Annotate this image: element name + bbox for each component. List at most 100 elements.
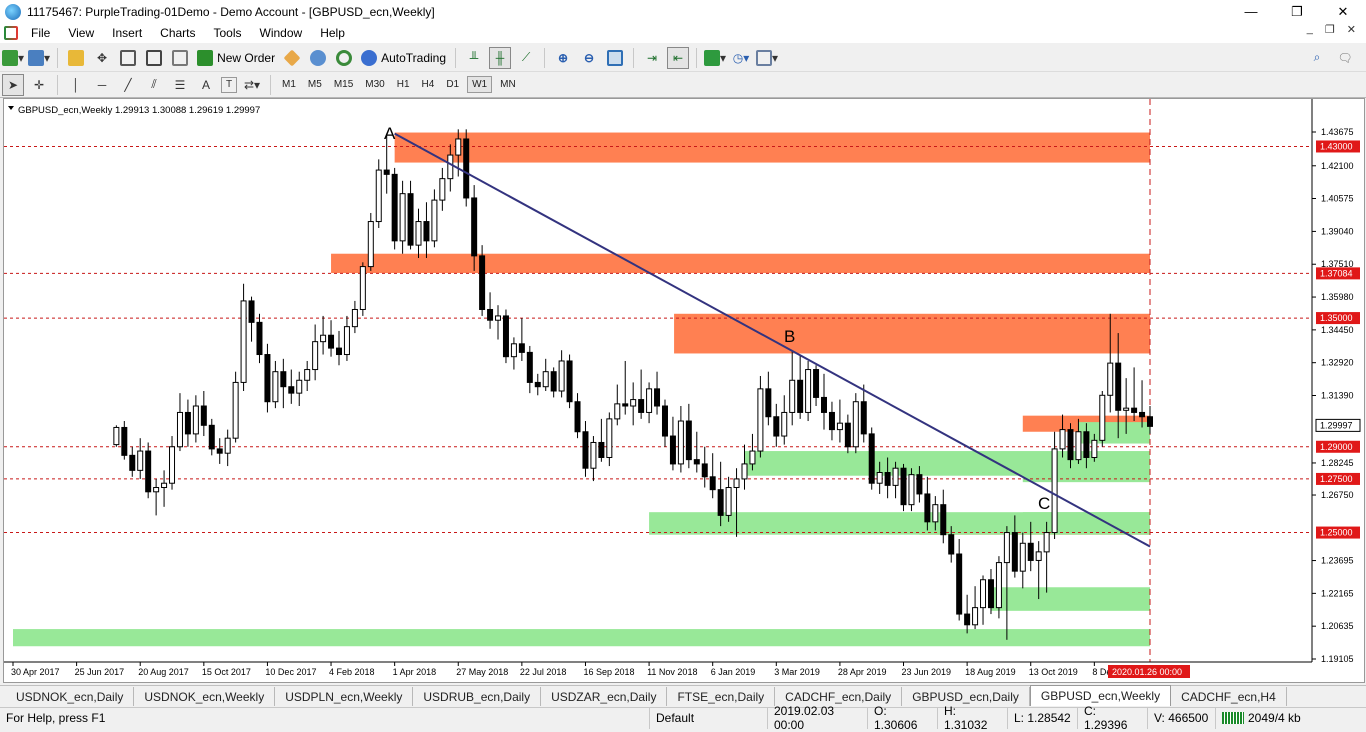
menu-file[interactable]: File <box>22 26 59 40</box>
timeframe-h1[interactable]: H1 <box>393 77 414 92</box>
toolbar-separator <box>633 47 635 68</box>
bearish-candle <box>216 448 223 454</box>
bullish-candle <box>439 178 446 201</box>
bullish-candle <box>972 607 979 626</box>
maximize-button[interactable]: ❐ <box>1274 0 1320 23</box>
date-tick-label: 10 Dec 2017 <box>265 667 316 677</box>
date-tick-label: 6 Jan 2019 <box>711 667 756 677</box>
cursor-icon[interactable]: ➤ <box>2 73 24 96</box>
chart-tab[interactable]: USDRUB_ecn,Daily <box>413 687 542 706</box>
chart-tab[interactable]: USDNOK_ecn,Weekly <box>134 687 276 706</box>
equidistant-channel-icon[interactable]: ⫽ <box>143 74 165 96</box>
menu-charts[interactable]: Charts <box>151 26 204 40</box>
window-title: 11175467: PurpleTrading-01Demo - Demo Ac… <box>27 4 435 19</box>
community-icon[interactable] <box>307 47 329 69</box>
price-tick-label: 1.20635 <box>1321 621 1354 631</box>
timeframe-m1[interactable]: M1 <box>278 77 300 92</box>
bearish-candle <box>256 321 263 356</box>
bullish-candle <box>741 463 748 480</box>
menu-bar: File View Insert Charts Tools Window Hel… <box>0 23 1366 43</box>
bullish-candle <box>876 472 883 484</box>
bearish-candle <box>248 300 255 323</box>
date-tick-label: 4 Feb 2018 <box>329 667 375 677</box>
line-chart-icon[interactable]: ⟋ <box>515 47 537 69</box>
bullish-candle <box>805 369 812 413</box>
text-icon[interactable]: A <box>195 74 217 96</box>
market-watch-button[interactable] <box>65 47 87 69</box>
date-tick-label: 30 Apr 2017 <box>11 667 60 677</box>
tile-windows-icon[interactable] <box>604 47 626 69</box>
menu-window[interactable]: Window <box>251 26 312 40</box>
bearish-candle <box>765 388 772 418</box>
timeframe-m15[interactable]: M15 <box>330 77 357 92</box>
price-tick-label: 1.23695 <box>1321 556 1354 566</box>
navigator-button[interactable] <box>117 47 139 69</box>
signals-icon[interactable] <box>333 47 355 69</box>
bullish-candle <box>176 411 183 448</box>
minimize-button[interactable]: — <box>1228 0 1274 23</box>
bearish-candle <box>121 426 128 456</box>
bearish-candle <box>916 474 923 495</box>
candlestick-chart-icon[interactable]: ╫ <box>489 46 512 69</box>
horizontal-line-icon[interactable]: ─ <box>91 74 113 96</box>
zoom-in-icon[interactable]: ⊕ <box>552 47 574 69</box>
data-window-icon[interactable]: ✥ <box>91 47 113 69</box>
bearish-candle <box>773 416 780 437</box>
chart-tab[interactable]: USDNOK_ecn,Daily <box>6 687 135 706</box>
chart-tab[interactable]: CADCHF_ecn,H4 <box>1171 687 1287 706</box>
chart-tab-active[interactable]: GBPUSD_ecn,Weekly <box>1029 685 1172 706</box>
timeframe-m5[interactable]: M5 <box>304 77 326 92</box>
chart-tab[interactable]: FTSE_ecn,Daily <box>667 687 776 706</box>
mdi-minimize-button[interactable]: _ <box>1307 23 1313 36</box>
mdi-restore-button[interactable]: ❐ <box>1325 23 1335 36</box>
price-chart[interactable]: A B C GBPUSD_ecn,Weekly 1.29913 1.30088 1.2… <box>4 99 1364 682</box>
menu-help[interactable]: Help <box>311 26 354 40</box>
timeframe-d1[interactable]: D1 <box>442 77 463 92</box>
chart-window[interactable]: A B C GBPUSD_ecn,Weekly 1.29913 1.30088 1.2… <box>3 98 1365 683</box>
new-order-button[interactable]: New Order <box>193 49 279 66</box>
bearish-candle <box>709 476 716 491</box>
bar-chart-icon[interactable]: ╨ <box>463 47 485 69</box>
search-icon[interactable]: ⌕ <box>1306 47 1328 69</box>
profiles-button[interactable]: ▾ <box>28 47 50 69</box>
bearish-candle <box>828 411 835 431</box>
toolbar-separator <box>544 47 546 68</box>
close-button[interactable]: ✕ <box>1320 0 1366 23</box>
terminal-button[interactable] <box>143 47 165 69</box>
chart-shift-icon[interactable]: ⇥ <box>641 47 663 69</box>
timeframe-h4[interactable]: H4 <box>418 77 439 92</box>
new-chart-button[interactable]: ▾ <box>2 47 24 69</box>
text-label-icon[interactable]: T <box>221 76 237 93</box>
timeframe-m30[interactable]: M30 <box>361 77 388 92</box>
metaeditor-button[interactable] <box>281 47 303 69</box>
timeframe-mn[interactable]: MN <box>496 77 520 92</box>
chat-icon[interactable]: 🗨 <box>1334 47 1356 69</box>
autotrading-button[interactable]: AutoTrading <box>357 49 450 66</box>
zoom-out-icon[interactable]: ⊖ <box>578 47 600 69</box>
status-traffic: 2049/4 kb <box>1216 708 1307 729</box>
indicators-button[interactable]: ▾ <box>704 47 726 69</box>
menu-insert[interactable]: Insert <box>103 26 151 40</box>
templates-button[interactable]: ▾ <box>756 47 778 69</box>
autoscroll-icon[interactable]: ⇤ <box>667 46 690 69</box>
bearish-candle <box>280 371 287 388</box>
toolbar-separator <box>57 74 58 95</box>
chart-tab[interactable]: USDZAR_ecn,Daily <box>541 687 668 706</box>
vertical-line-icon[interactable]: │ <box>65 74 87 96</box>
crosshair-icon[interactable]: ✛ <box>28 74 50 96</box>
arrows-icon[interactable]: ⇄▾ <box>241 74 263 96</box>
fibonacci-icon[interactable]: ☰ <box>169 74 191 96</box>
menu-view[interactable]: View <box>59 26 103 40</box>
mdi-close-button[interactable]: ✕ <box>1347 23 1356 36</box>
chart-tab[interactable]: USDPLN_ecn,Weekly <box>275 687 414 706</box>
timeframe-w1[interactable]: W1 <box>467 76 493 93</box>
menu-tools[interactable]: Tools <box>205 26 251 40</box>
tester-button[interactable] <box>169 47 191 69</box>
bullish-candle <box>431 199 438 242</box>
status-profile[interactable]: Default <box>650 707 768 729</box>
demand-zone <box>990 587 1150 611</box>
periods-icon[interactable]: ◷▾ <box>730 47 752 69</box>
price-tick-label: 1.32920 <box>1321 358 1354 368</box>
trendline-icon[interactable]: ╱ <box>117 74 139 96</box>
bullish-candle <box>646 388 653 413</box>
